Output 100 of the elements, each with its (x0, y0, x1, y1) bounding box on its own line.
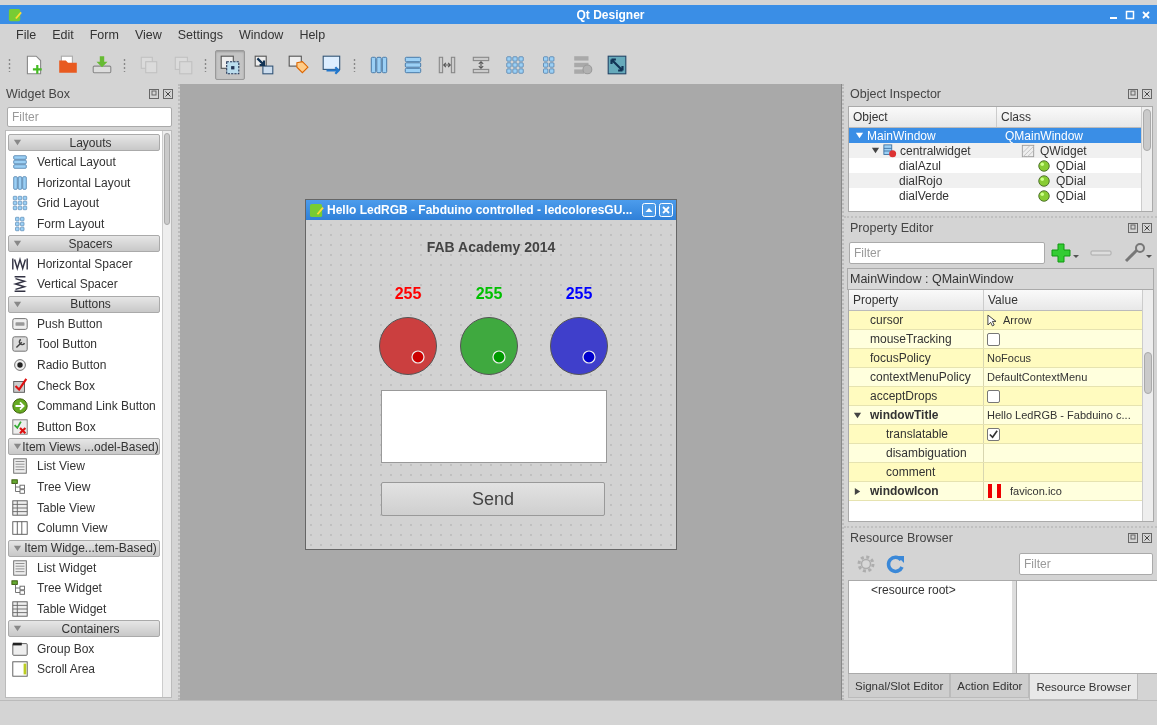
column-header[interactable]: Value (984, 290, 1142, 310)
widget-item[interactable]: Command Link Button (37, 399, 156, 414)
widget-item[interactable]: Grid Layout (37, 196, 100, 211)
column-view-icon[interactable] (11, 519, 29, 538)
class-name: QMainWindow (1005, 128, 1084, 143)
arrow-circle-icon[interactable] (11, 397, 29, 416)
select-widget-button[interactable] (215, 50, 245, 80)
section-header[interactable]: Layouts (8, 134, 160, 151)
filter-field[interactable]: Filter (1019, 553, 1153, 575)
tree-item[interactable]: <resource root> (871, 583, 956, 597)
checkbox[interactable] (987, 389, 1000, 403)
widget-item[interactable]: Table View (37, 500, 95, 515)
menu-item[interactable]: File (8, 26, 45, 44)
widget-item[interactable]: List View (37, 459, 85, 474)
tree-row[interactable]: dialRojo QDial (849, 173, 1141, 188)
float-icon[interactable] (1128, 533, 1138, 543)
text-area[interactable] (381, 390, 607, 463)
rows-icon[interactable] (11, 153, 29, 172)
expand-arrow-icon[interactable] (871, 146, 880, 155)
widget-item[interactable]: List Widget (37, 560, 97, 575)
close-icon[interactable] (1142, 533, 1152, 543)
checkbox[interactable] (987, 427, 1000, 441)
close-icon[interactable] (1142, 89, 1152, 99)
toolbar-grip[interactable] (204, 58, 207, 72)
toolbar-grip[interactable] (8, 58, 11, 72)
class-name: QWidget (1040, 143, 1087, 158)
tab[interactable]: Signal/Slot Editor (848, 674, 951, 698)
column-header[interactable]: Object (849, 107, 997, 127)
reload-icon[interactable] (886, 554, 906, 574)
checkbox-icon[interactable] (11, 376, 29, 395)
toolbar-grip[interactable] (123, 58, 126, 72)
float-icon[interactable] (1128, 223, 1138, 233)
tool-button-icon[interactable] (11, 335, 29, 354)
column-header[interactable]: Property (849, 290, 984, 310)
maximize-icon[interactable] (1125, 9, 1135, 20)
column-header[interactable]: Class (997, 107, 1141, 127)
shade-icon[interactable] (642, 203, 656, 217)
menu-item[interactable]: Form (81, 26, 127, 44)
table-icon[interactable] (11, 600, 29, 618)
list-icon[interactable] (11, 558, 29, 577)
property-name: windowIcon (870, 484, 939, 498)
float-icon[interactable] (149, 89, 159, 99)
tick-cross-icon[interactable] (11, 417, 29, 436)
widget-item[interactable]: Horizontal Spacer (37, 256, 133, 271)
close-icon[interactable] (163, 89, 173, 99)
table-icon[interactable] (11, 498, 29, 517)
section-header[interactable]: Containers (8, 620, 160, 638)
ball-icon (1037, 173, 1051, 188)
widget-item[interactable]: Scroll Area (37, 662, 96, 677)
widget-item[interactable]: Radio Button (37, 358, 107, 373)
panel-title: Widget Box (6, 87, 70, 101)
list-icon[interactable] (11, 457, 29, 476)
widget-item[interactable]: Tree Widget (37, 581, 102, 596)
widget-item[interactable]: Form Layout (37, 217, 105, 232)
scrollbar[interactable] (1142, 290, 1153, 521)
widget-item[interactable]: Table Widget (37, 602, 107, 616)
menu-item[interactable]: View (126, 26, 170, 44)
tree-row[interactable]: dialAzul QDial (849, 158, 1141, 173)
expand-arrow-icon[interactable] (853, 486, 862, 496)
checkbox[interactable] (987, 332, 1000, 346)
filter-field[interactable]: Filter (7, 107, 172, 127)
tab[interactable]: Resource Browser (1029, 674, 1138, 700)
scrollbar[interactable] (1141, 107, 1152, 211)
widget-item[interactable]: Horizontal Layout (37, 175, 131, 190)
widget-item[interactable]: Button Box (37, 419, 96, 434)
menu-item[interactable]: Settings (169, 26, 231, 44)
grid-icon[interactable] (11, 194, 29, 213)
section-header[interactable]: Spacers (8, 235, 160, 253)
widget-item[interactable]: Vertical Layout (37, 155, 116, 170)
close-icon[interactable] (1142, 223, 1152, 233)
value-label: 255 (565, 285, 593, 304)
scrollbar[interactable] (162, 131, 171, 697)
columns-icon[interactable] (11, 173, 29, 192)
add-icon[interactable] (1051, 243, 1081, 263)
dial[interactable] (378, 316, 438, 376)
widget-item[interactable]: Check Box (37, 378, 96, 393)
expand-arrow-icon[interactable] (853, 410, 862, 420)
select-widget-icon (219, 54, 241, 76)
section-header[interactable]: Buttons (8, 295, 160, 313)
menu-item[interactable]: Help (291, 26, 334, 44)
widget-item[interactable]: Push Button (37, 316, 103, 331)
float-icon[interactable] (1128, 89, 1138, 99)
widget-item[interactable]: Column View (37, 521, 108, 536)
send-button[interactable]: Send (381, 482, 605, 516)
tab[interactable]: Action Editor (950, 674, 1030, 698)
widget-item[interactable]: Tool Button (37, 337, 98, 352)
menu-item[interactable]: Window (230, 26, 292, 44)
dial[interactable] (549, 316, 609, 376)
widget-item[interactable]: Tree View (37, 480, 91, 494)
widget-item[interactable]: Group Box (37, 641, 95, 656)
wrench-icon[interactable] (1123, 243, 1153, 263)
tree-row[interactable]: dialVerde QDial (849, 188, 1141, 203)
toolbar-grip[interactable] (353, 58, 356, 72)
menu-item[interactable]: Edit (44, 26, 82, 44)
tree-row[interactable]: centralwidget QWidget (849, 143, 1141, 158)
widget-item[interactable]: Vertical Spacer (37, 277, 118, 292)
section-header[interactable]: Item Views ...odel-Based) (8, 438, 160, 456)
dial[interactable] (459, 316, 519, 376)
filter-field[interactable]: Filter (849, 242, 1045, 264)
section-header[interactable]: Item Widge...tem-Based) (8, 539, 160, 557)
